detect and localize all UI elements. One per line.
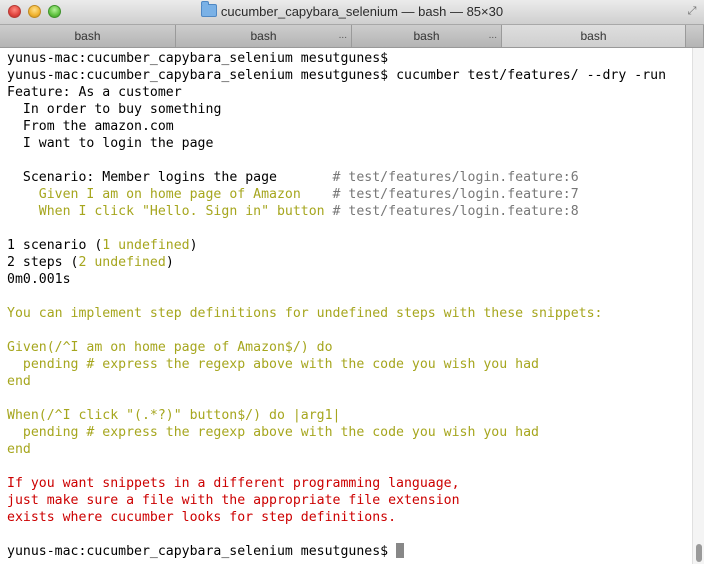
- timing-line: 0m0.001s: [7, 272, 71, 287]
- scenario-line: Scenario: Member logins the page # test/…: [22, 170, 579, 185]
- text-cursor: [396, 543, 405, 558]
- snippet2-line-2: pending # express the regexp above with …: [7, 425, 539, 440]
- tab-bash-2[interactable]: bash...: [176, 25, 352, 47]
- tab-label: bash: [74, 29, 101, 43]
- warning-line-3: exists where cucumber looks for step def…: [7, 510, 397, 525]
- tab-overflow: ...: [338, 30, 347, 41]
- tab-label: bash: [580, 29, 607, 43]
- command-line: yunus-mac:cucumber_capybara_selenium mes…: [7, 68, 667, 83]
- snippet-intro: You can implement step definitions for u…: [7, 306, 603, 321]
- feature-line: Feature: As a customer: [7, 85, 182, 100]
- prompt-line-final: yunus-mac:cucumber_capybara_selenium mes…: [7, 543, 405, 560]
- tab-bash-1[interactable]: bash: [0, 25, 176, 47]
- snippet1-line-3: end: [7, 374, 31, 389]
- feature-desc-1: In order to buy something: [22, 102, 222, 117]
- vertical-scrollbar[interactable]: [692, 48, 704, 564]
- snippet2-line-3: end: [7, 442, 31, 457]
- tab-bar: bash bash... bash... bash: [0, 25, 704, 48]
- tab-overflow: ...: [488, 30, 497, 41]
- window-title: cucumber_capybara_selenium — bash — 85×3…: [0, 1, 704, 20]
- title-bar[interactable]: cucumber_capybara_selenium — bash — 85×3…: [0, 0, 704, 25]
- snippet1-line-1: Given(/^I am on home page of Amazon$/) d…: [7, 340, 333, 355]
- warning-line-2: just make sure a file with the appropria…: [7, 493, 460, 508]
- tab-bash-3[interactable]: bash...: [352, 25, 502, 47]
- terminal-window: cucumber_capybara_selenium — bash — 85×3…: [0, 0, 704, 564]
- step-line-2: When I click "Hello. Sign in" button # t…: [38, 204, 579, 219]
- scrollbar-thumb[interactable]: [696, 544, 702, 562]
- folder-icon: [200, 1, 217, 17]
- new-tab-button[interactable]: [686, 25, 704, 47]
- step-line-1: Given I am on home page of Amazon # test…: [38, 187, 579, 202]
- feature-desc-3: I want to login the page: [22, 136, 214, 151]
- snippet2-line-1: When(/^I click "(.*?)" button$/) do |arg…: [7, 408, 341, 423]
- tab-label: bash: [413, 29, 440, 43]
- prompt-line-1: yunus-mac:cucumber_capybara_selenium mes…: [7, 51, 389, 66]
- summary-steps: 2 steps (2 undefined): [7, 255, 174, 270]
- feature-desc-2: From the amazon.com: [22, 119, 174, 134]
- terminal-output[interactable]: yunus-mac:cucumber_capybara_selenium mes…: [0, 48, 692, 564]
- tab-label: bash: [250, 29, 277, 43]
- summary-scenarios: 1 scenario (1 undefined): [7, 238, 198, 253]
- snippet1-line-2: pending # express the regexp above with …: [7, 357, 539, 372]
- fullscreen-icon[interactable]: ⤢: [686, 5, 698, 17]
- tab-bash-4[interactable]: bash: [502, 25, 686, 47]
- warning-line-1: If you want snippets in a different prog…: [7, 476, 460, 491]
- window-title-text: cucumber_capybara_selenium — bash — 85×3…: [220, 4, 504, 19]
